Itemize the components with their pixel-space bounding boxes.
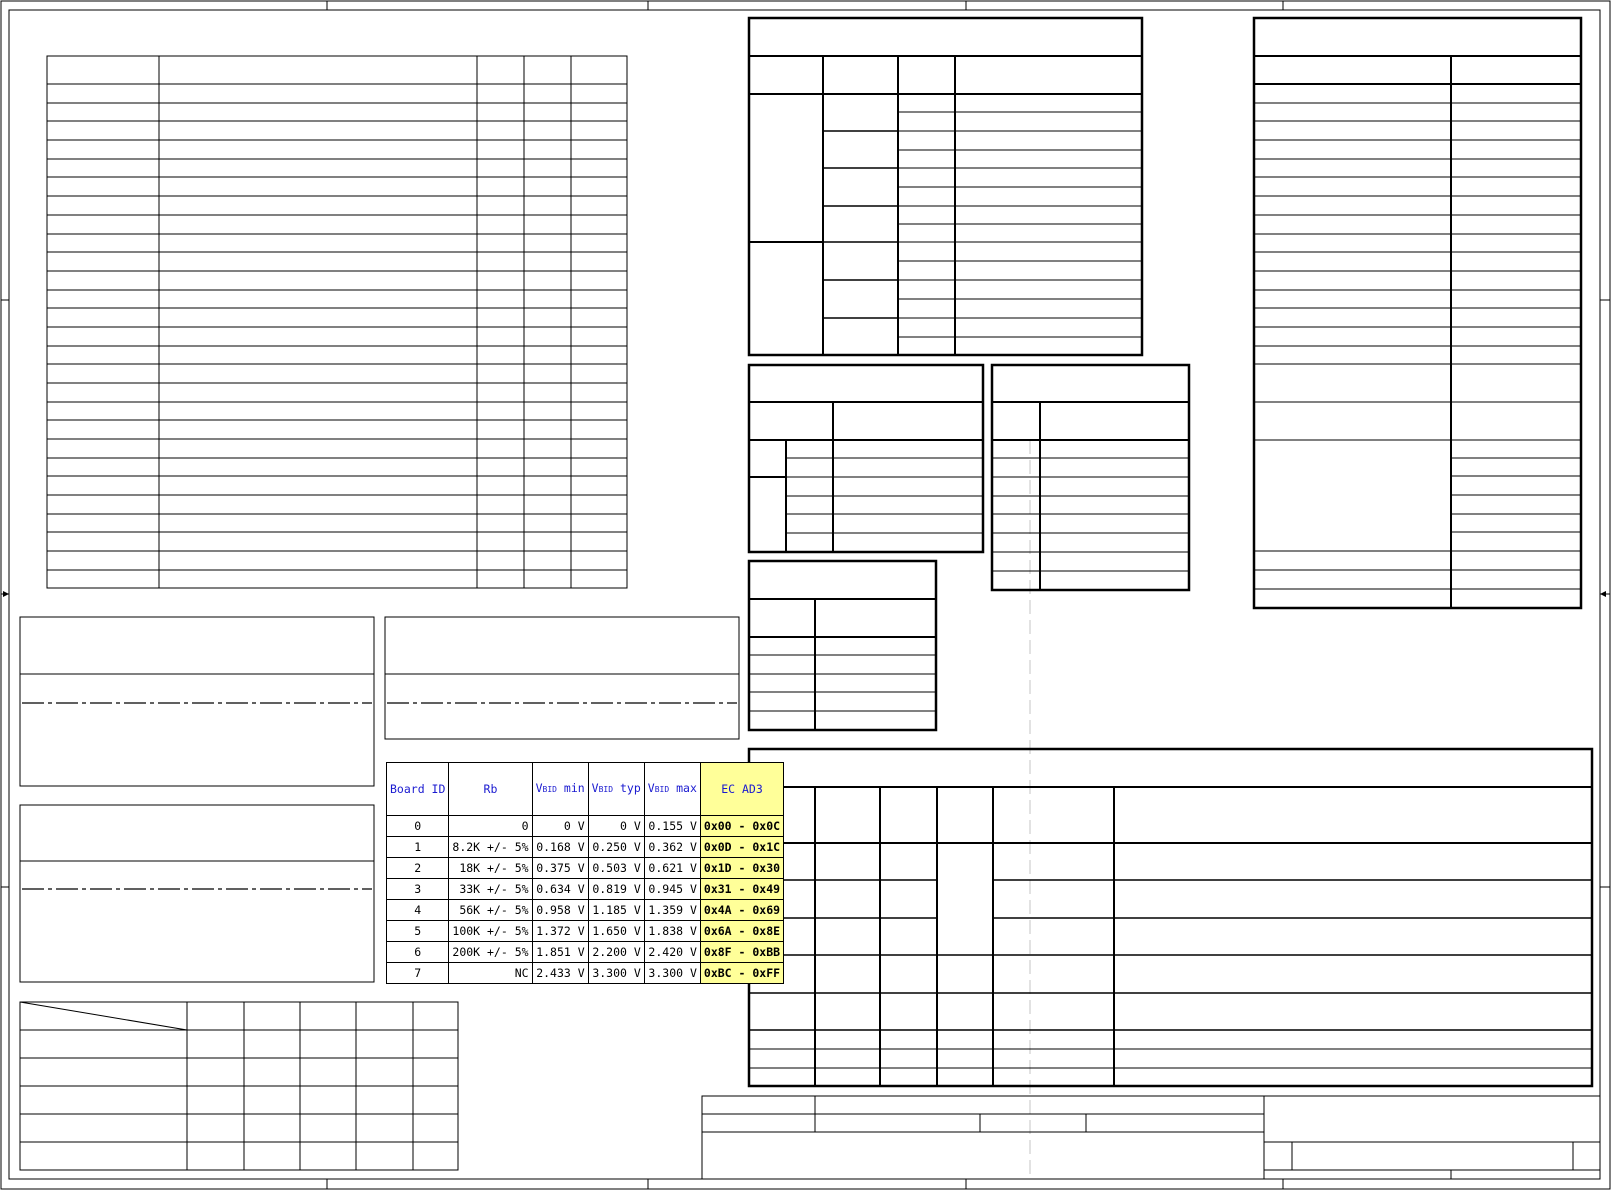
cell-ec-ad3: 0x31 - 0x49 (699, 878, 785, 900)
cell-vbid-min: 0.375 V (531, 857, 589, 879)
cell-rb: 200K +/- 5% (448, 941, 533, 963)
cell-vbid-min: 0 V (531, 815, 589, 837)
table-k-grid (19, 1001, 459, 1171)
cell-ec-ad3: 0x0D - 0x1C (699, 836, 785, 858)
cell-vbid-max: 1.838 V (643, 920, 701, 942)
cell-vbid-typ: 1.185 V (587, 899, 645, 921)
cell-vbid-typ: 0 V (587, 815, 645, 837)
note-box-h (19, 616, 375, 787)
cell-vbid-typ: 0.250 V (587, 836, 645, 858)
cell-vbid-max: 1.359 V (643, 899, 701, 921)
cell-board-id: 4 (385, 899, 450, 921)
table-f-grid (747, 559, 938, 732)
table-row: 000 V0 V 0.155 V 0x00 - 0x0C (385, 815, 785, 837)
note-box-i (384, 616, 740, 740)
table-row: 6 200K +/- 5% 1.851 V 2.200 V 2.420 V 0x8F - … (385, 941, 785, 963)
cell-vbid-min: 1.372 V (531, 920, 589, 942)
board-id-header-row: Board ID Rb VBID min VBID typ VBID max E… (385, 762, 785, 816)
header-ec-ad3: EC AD3 (699, 762, 785, 816)
table-b-grid (747, 16, 1144, 357)
table-row: 4 56K +/- 5% 0.958 V 1.185 V 1.359 V 0x4A - 0… (385, 899, 785, 921)
table-e-grid (990, 363, 1191, 592)
header-rb: Rb (448, 762, 533, 816)
cell-vbid-min: 0.958 V (531, 899, 589, 921)
cell-vbid-typ: 3.300 V (587, 962, 645, 984)
cell-vbid-max: 2.420 V (643, 941, 701, 963)
cell-vbid-typ: 2.200 V (587, 941, 645, 963)
board-id-body: 000 V0 V 0.155 V 0x00 - 0x0C 1 8.2K +/- 5% 0.… (385, 815, 785, 984)
cell-vbid-min: 0.168 V (531, 836, 589, 858)
cell-board-id: 1 (385, 836, 450, 858)
table-row: 2 18K +/- 5% 0.375 V 0.503 V 0.621 V 0x1D - 0… (385, 857, 785, 879)
cell-vbid-typ: 0.503 V (587, 857, 645, 879)
cell-board-id: 0 (385, 815, 450, 837)
cell-vbid-typ: 1.650 V (587, 920, 645, 942)
cell-vbid-max: 0.945 V (643, 878, 701, 900)
table-row: 5 100K +/- 5% 1.372 V 1.650 V 1.838 V 0x6A - … (385, 920, 785, 942)
cell-vbid-max: 0.155 V (643, 815, 701, 837)
header-vbid-max: VBID max (643, 762, 701, 816)
table-a-grid (46, 55, 628, 589)
cell-board-id: 5 (385, 920, 450, 942)
cell-vbid-min: 1.851 V (531, 941, 589, 963)
cell-rb: 33K +/- 5% (448, 878, 533, 900)
cell-rb: 18K +/- 5% (448, 857, 533, 879)
note-box-j (19, 804, 375, 983)
header-vbid-min: VBID min (531, 762, 589, 816)
table-row: 7 NC 2.433 V 3.300 V 3.300 V 0xBC - 0xFF (385, 962, 785, 984)
cell-rb: NC (448, 962, 533, 984)
cell-vbid-max: 3.300 V (643, 962, 701, 984)
table-c-grid (1252, 16, 1583, 610)
cell-vbid-max: 0.362 V (643, 836, 701, 858)
table-row: 1 8.2K +/- 5% 0.168 V 0.250 V 0.362 V 0x0D - … (385, 836, 785, 858)
cell-board-id: 6 (385, 941, 450, 963)
cell-board-id: 3 (385, 878, 450, 900)
table-d-grid (747, 363, 985, 554)
cell-rb: 8.2K +/- 5% (448, 836, 533, 858)
header-board-id: Board ID (385, 762, 450, 816)
cell-vbid-typ: 0.819 V (587, 878, 645, 900)
cell-ec-ad3: 0xBC - 0xFF (699, 962, 785, 984)
table-g-grid (747, 747, 1594, 1088)
cell-rb: 0 (448, 815, 533, 837)
cell-board-id: 7 (385, 962, 450, 984)
cell-rb: 56K +/- 5% (448, 899, 533, 921)
cell-vbid-min: 2.433 V (531, 962, 589, 984)
cell-ec-ad3: 0x4A - 0x69 (699, 899, 785, 921)
cell-ec-ad3: 0x1D - 0x30 (699, 857, 785, 879)
cell-rb: 100K +/- 5% (448, 920, 533, 942)
board-id-table: Board ID Rb VBID min VBID typ VBID max E… (385, 762, 785, 984)
cell-board-id: 2 (385, 857, 450, 879)
cell-ec-ad3: 0x8F - 0xBB (699, 941, 785, 963)
cell-vbid-min: 0.634 V (531, 878, 589, 900)
table-row: 3 33K +/- 5% 0.634 V 0.819 V 0.945 V 0x31 - 0… (385, 878, 785, 900)
cell-ec-ad3: 0x6A - 0x8E (699, 920, 785, 942)
header-vbid-typ: VBID typ (587, 762, 645, 816)
schematic-sheet (0, 0, 1611, 1190)
cell-vbid-max: 0.621 V (643, 857, 701, 879)
cell-ec-ad3: 0x00 - 0x0C (699, 815, 785, 837)
title-block (701, 1095, 1601, 1180)
